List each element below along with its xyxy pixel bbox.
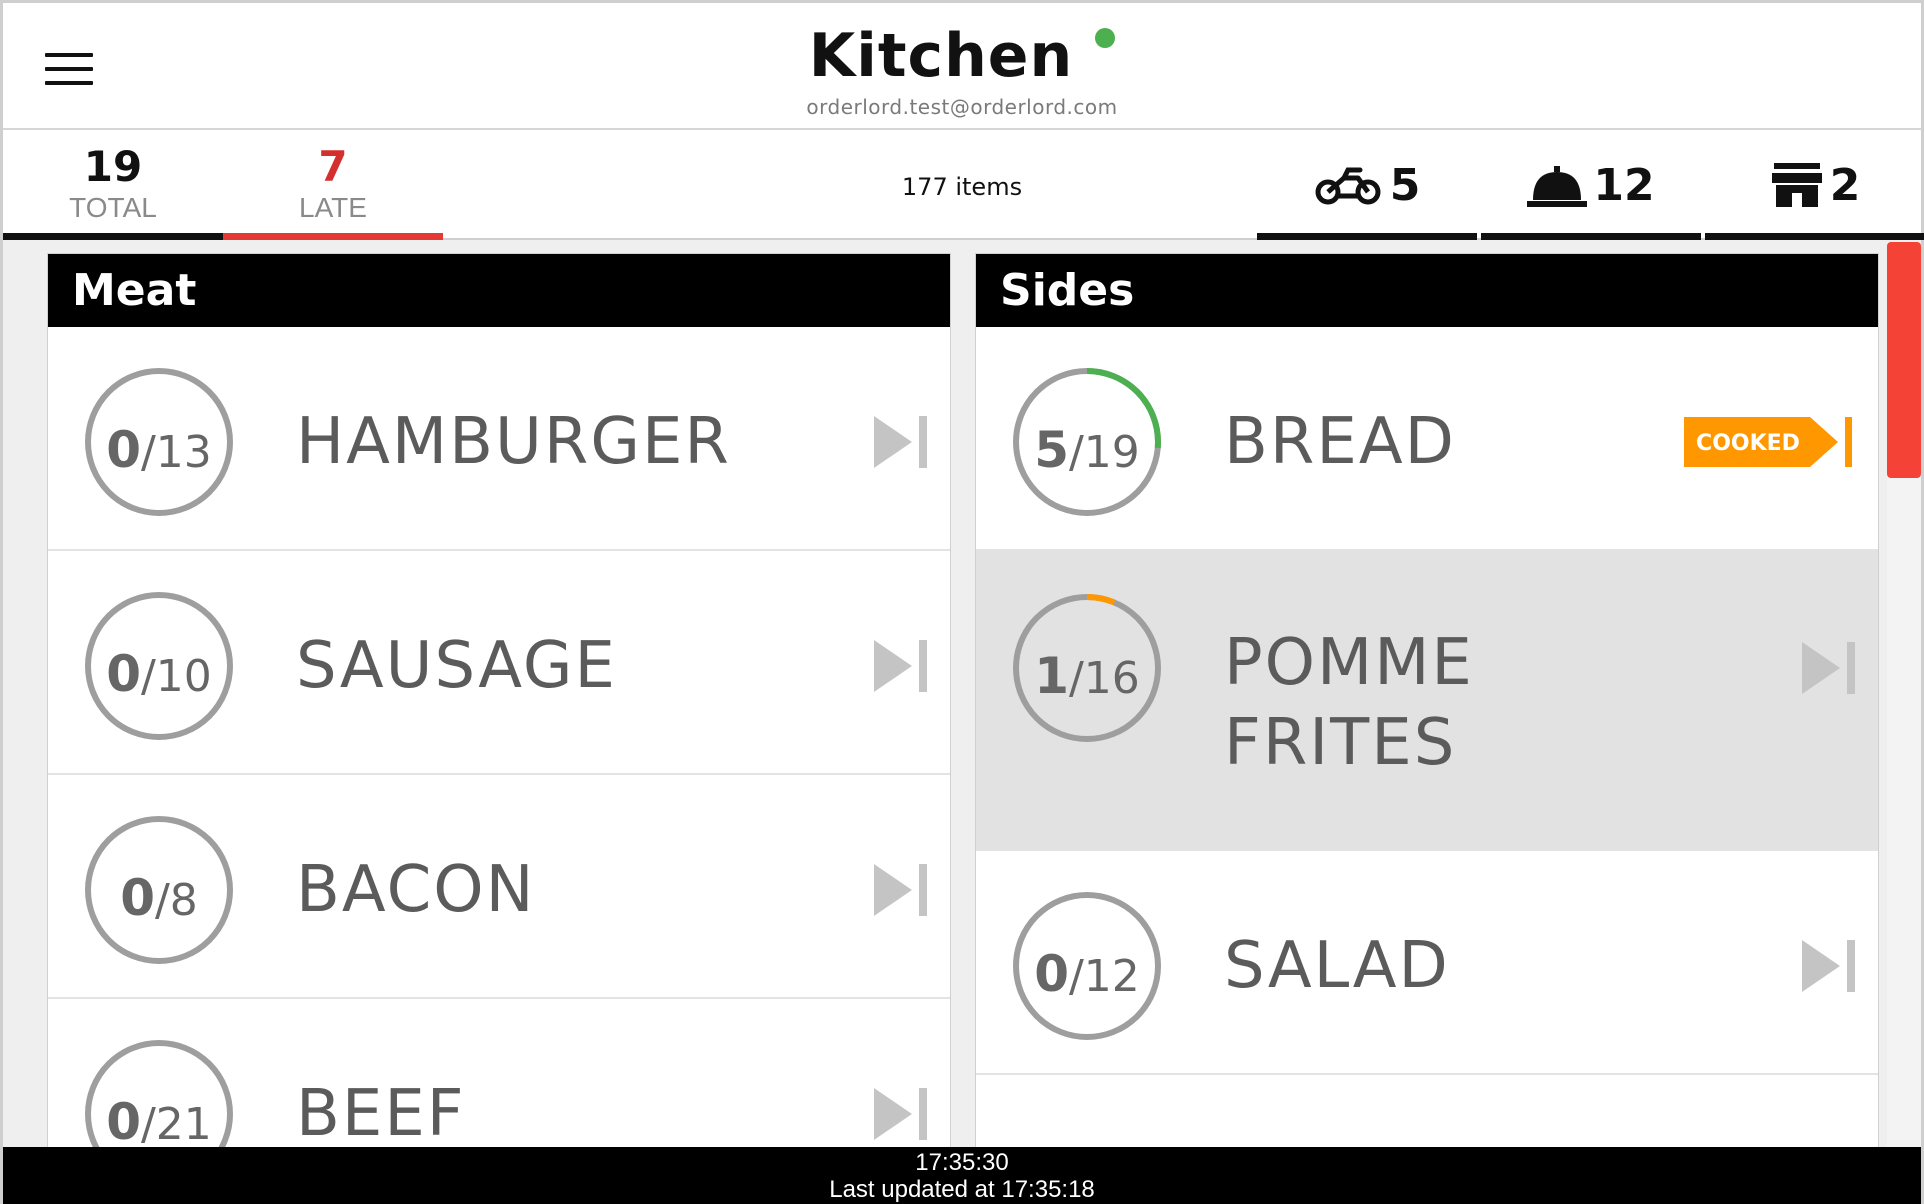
done-count: 0	[106, 1093, 141, 1147]
done-count: 0	[1034, 945, 1069, 1003]
done-count: 1	[1034, 647, 1069, 705]
pickup-indicator	[1705, 233, 1924, 240]
item-row[interactable]: 0/21 BEEF	[48, 999, 950, 1147]
delivery-indicator	[1257, 233, 1477, 240]
item-name: BACON	[296, 853, 536, 927]
item-progress-count: 0/12	[1012, 899, 1162, 1049]
dine-in-indicator	[1481, 233, 1701, 240]
status-footer: 17:35:30 Last updated at 17:35:18	[3, 1147, 1921, 1204]
section-sides: Sides 5/19 BREAD COOKED 1/16 POMME FRITES 0/12…	[975, 253, 1879, 1147]
section-rows: 0/13 HAMBURGER 0/10 SAUSAGE 0/8 BACON 0/21 BEEF	[48, 327, 950, 1147]
scrollbar-thumb[interactable]	[1887, 242, 1921, 478]
done-count: 0	[106, 645, 141, 703]
total-count: /8	[154, 875, 198, 926]
item-row[interactable]: 5/19 BREAD COOKED	[976, 327, 1878, 551]
done-count: 0	[106, 421, 141, 479]
skip-icon[interactable]	[1800, 940, 1856, 992]
page-title: Kitchen	[808, 21, 1074, 91]
item-progress-count: 1/16	[1012, 601, 1162, 751]
section-meat: Meat 0/13 HAMBURGER 0/10 SAUSAGE 0/8 BACON 0/2…	[47, 253, 951, 1147]
skip-icon[interactable]	[1800, 642, 1856, 694]
scrollbar[interactable]	[1887, 242, 1921, 1147]
total-count: /19	[1068, 427, 1140, 478]
done-count: 0	[120, 869, 155, 927]
delivery-orders[interactable]: 5	[1257, 130, 1477, 240]
item-row[interactable]: 0/8 BACON	[48, 775, 950, 999]
item-name: SAUSAGE	[296, 629, 617, 703]
store-icon	[1771, 162, 1822, 207]
account-email: orderlord.test@orderlord.com	[806, 95, 1118, 119]
online-status-dot	[1095, 28, 1116, 48]
item-row[interactable]: 0/12 SALAD	[976, 851, 1878, 1075]
skip-icon[interactable]	[872, 1088, 928, 1140]
cooked-label: COOKED	[1696, 431, 1800, 456]
title-wrap: Kitchen	[3, 21, 1921, 91]
cooked-button[interactable]: COOKED	[1684, 414, 1854, 470]
total-count: /10	[140, 651, 212, 702]
total-count: /13	[140, 427, 212, 478]
tab-total-indicator	[3, 233, 223, 240]
section-title: Sides	[976, 254, 1878, 327]
clock: 17:35:30	[915, 1149, 1009, 1176]
item-progress-count: 0/21	[84, 1047, 234, 1147]
item-name: POMME FRITES	[1224, 623, 1474, 783]
station-board[interactable]: Meat 0/13 HAMBURGER 0/10 SAUSAGE 0/8 BACON 0/2…	[3, 242, 1921, 1147]
last-updated: Last updated at 17:35:18	[829, 1176, 1095, 1203]
tab-late-indicator	[223, 233, 443, 240]
skip-icon[interactable]	[872, 640, 928, 692]
item-name-line: FRITES	[1224, 706, 1457, 780]
item-row[interactable]: 1/16 POMME FRITES	[976, 551, 1878, 851]
pickup-orders[interactable]: 2	[1705, 130, 1924, 240]
scooter-icon	[1315, 167, 1381, 204]
item-progress-count: 0/8	[84, 823, 234, 973]
item-progress-count: 0/13	[84, 375, 234, 525]
dine-in-count: 12	[1593, 160, 1655, 211]
summary-bar: 19 TOTAL 7 LATE 177 items 5 12 2	[3, 130, 1924, 240]
item-name: HAMBURGER	[296, 405, 731, 479]
delivery-count: 5	[1389, 160, 1421, 211]
item-name-line: POMME	[1224, 626, 1474, 700]
item-name: BREAD	[1224, 405, 1456, 479]
item-progress-count: 0/10	[84, 599, 234, 749]
app-header: Kitchen orderlord.test@orderlord.com	[3, 3, 1921, 130]
dine-in-orders[interactable]: 12	[1481, 130, 1701, 240]
skip-icon[interactable]	[872, 416, 928, 468]
item-name: SALAD	[1224, 929, 1450, 1003]
total-count: /16	[1068, 653, 1140, 704]
total-count: /21	[140, 1099, 212, 1147]
done-count: 5	[1034, 421, 1069, 479]
item-row[interactable]: 0/13 HAMBURGER	[48, 327, 950, 551]
section-title: Meat	[48, 254, 950, 327]
cloche-icon	[1527, 165, 1588, 207]
total-count: /12	[1068, 951, 1140, 1002]
section-rows: 5/19 BREAD COOKED 1/16 POMME FRITES 0/12 SALAD	[976, 327, 1878, 1075]
item-name: BEEF	[296, 1077, 466, 1147]
item-row[interactable]: 0/10 SAUSAGE	[48, 551, 950, 775]
pickup-count: 2	[1829, 160, 1861, 211]
item-progress-count: 5/19	[1012, 375, 1162, 525]
skip-icon[interactable]	[872, 864, 928, 916]
